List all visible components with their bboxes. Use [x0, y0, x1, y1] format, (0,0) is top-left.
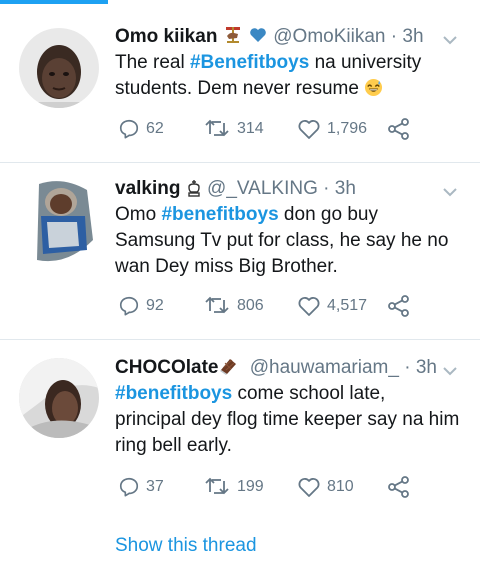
like-count: 810 — [327, 478, 354, 495]
timestamp[interactable]: · 3h — [404, 357, 437, 378]
tweet-actions: 62 314 1,796 — [115, 118, 415, 144]
heart-icon — [298, 120, 320, 139]
share-button[interactable] — [387, 476, 411, 498]
share-icon — [388, 295, 409, 317]
tweet-text: #benefitboys come school late, principal… — [115, 381, 460, 459]
retweet-count: 199 — [237, 478, 264, 495]
like-button[interactable]: 4,517 — [297, 295, 367, 317]
carousel-horse-icon — [223, 25, 243, 52]
display-name[interactable]: CHOCOlate — [115, 357, 218, 378]
handle[interactable]: @hauwamariam_ — [250, 357, 399, 378]
reply-icon — [119, 477, 139, 497]
retweet-count: 806 — [237, 297, 264, 314]
avatar[interactable] — [27, 180, 99, 266]
timestamp[interactable]: · 3h — [323, 178, 356, 199]
tweet-text-part: The real — [115, 52, 190, 73]
reply-count: 62 — [146, 120, 164, 137]
blue-heart-icon — [248, 25, 268, 52]
tweet[interactable]: valking @_VALKING · 3h Omo #benefitboys … — [0, 163, 480, 339]
like-button[interactable]: 810 — [297, 476, 354, 498]
tweet-header: CHOCOlate @hauwamariam_ · 3h — [115, 356, 437, 383]
avatar[interactable] — [19, 28, 99, 108]
reply-icon — [119, 296, 139, 316]
like-button[interactable]: 1,796 — [297, 118, 367, 140]
reply-count: 37 — [146, 478, 164, 495]
heart-icon — [298, 478, 320, 497]
hashtag-link[interactable]: #benefitboys — [115, 383, 232, 404]
reply-icon — [119, 119, 139, 139]
retweet-button[interactable]: 199 — [205, 476, 264, 498]
tweet-text: Omo #benefitboys don go buy Samsung Tv p… — [115, 202, 460, 280]
reply-count: 92 — [146, 297, 164, 314]
tweet-actions: 37 199 810 — [115, 476, 415, 502]
heart-icon — [298, 297, 320, 316]
display-name[interactable]: valking — [115, 178, 180, 199]
chevron-down-icon[interactable] — [442, 184, 458, 200]
share-icon — [388, 476, 409, 498]
tweet-header: valking @_VALKING · 3h — [115, 177, 356, 204]
reply-button[interactable]: 37 — [118, 476, 164, 498]
share-button[interactable] — [387, 118, 411, 140]
handle[interactable]: @_VALKING — [207, 178, 318, 199]
chevron-down-icon[interactable] — [442, 32, 458, 48]
handle[interactable]: @OmoKiikan — [273, 26, 385, 47]
tweet-header: Omo kiikan @OmoKiikan · 3h — [115, 25, 424, 52]
retweet-icon — [205, 477, 229, 495]
hashtag-link[interactable]: #benefitboys — [161, 204, 278, 225]
avatar[interactable] — [19, 358, 99, 438]
reply-button[interactable]: 92 — [118, 295, 164, 317]
share-button[interactable] — [387, 295, 411, 317]
tweet[interactable]: Omo kiikan @OmoKiikan · 3h The real #Ben… — [0, 0, 480, 162]
like-count: 1,796 — [327, 120, 368, 137]
chess-king-icon — [186, 179, 202, 204]
chocolate-bar-icon — [218, 356, 238, 383]
tweet-text: The real #Benefitboys na university stud… — [115, 50, 460, 102]
hashtag-link[interactable]: #Benefitboys — [190, 52, 309, 73]
like-count: 4,517 — [327, 297, 368, 314]
retweet-icon — [205, 296, 229, 314]
reply-button[interactable]: 62 — [118, 118, 164, 140]
retweet-button[interactable]: 806 — [205, 295, 264, 317]
timestamp[interactable]: · 3h — [391, 26, 424, 47]
retweet-count: 314 — [237, 120, 264, 137]
retweet-icon — [205, 119, 229, 137]
show-thread-link[interactable]: Show this thread — [115, 535, 257, 557]
share-icon — [388, 118, 409, 140]
grinning-sweat-emoji — [364, 78, 383, 97]
display-name[interactable]: Omo kiikan — [115, 26, 217, 47]
tweet-text-part: Omo — [115, 204, 162, 225]
tweet-actions: 92 806 4,517 — [115, 295, 415, 321]
retweet-button[interactable]: 314 — [205, 118, 264, 140]
chevron-down-icon[interactable] — [442, 363, 458, 379]
